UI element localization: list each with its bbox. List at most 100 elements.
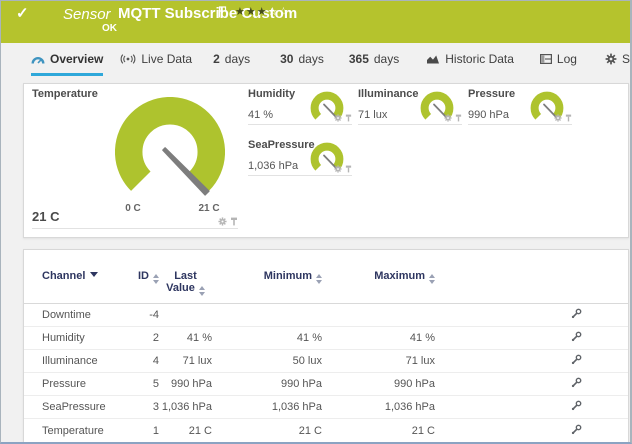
channel-id: 2 xyxy=(134,332,159,344)
temperature-gauge-dial xyxy=(115,97,225,207)
channel-last-value: 21 C xyxy=(159,425,212,437)
tab-settings[interactable]: Settings xyxy=(605,52,632,73)
column-header-id[interactable]: ID xyxy=(134,270,159,284)
table-row-pressure[interactable]: Pressure 5 990 hPa 990 hPa 990 hPa xyxy=(24,373,628,396)
channel-maximum: 21 C xyxy=(322,425,435,437)
channel-settings-wrench-icon[interactable] xyxy=(571,331,582,345)
gauge-settings-gear-icon[interactable] xyxy=(334,165,342,173)
channel-id: 3 xyxy=(134,401,159,413)
chevron-down-icon xyxy=(90,272,98,277)
column-header-channel[interactable]: Channel xyxy=(24,270,134,282)
channel-maximum: 990 hPa xyxy=(322,378,435,390)
gauge-settings-gear-icon[interactable] xyxy=(444,114,452,122)
tab-live-data[interactable]: Live Data xyxy=(120,52,192,73)
channel-id: 5 xyxy=(134,378,159,390)
gauge-pin-icon[interactable] xyxy=(230,217,238,226)
gauge-settings-gear-icon[interactable] xyxy=(554,114,562,122)
sort-icon xyxy=(199,286,205,296)
channel-last-value: 41 % xyxy=(159,332,212,344)
gauge-pin-icon[interactable] xyxy=(345,165,352,173)
tab-30-days[interactable]: 30 days xyxy=(280,52,324,73)
sort-icon xyxy=(429,274,435,284)
gauge-temperature-value: 21 C xyxy=(32,209,59,224)
table-row-downtime[interactable]: Downtime -4 xyxy=(24,304,628,327)
channel-minimum: 1,036 hPa xyxy=(212,401,322,413)
gauge-humidity[interactable]: Humidity 41 % xyxy=(248,88,352,125)
column-header-last-value[interactable]: LastValue xyxy=(159,270,212,296)
gear-icon xyxy=(605,53,617,65)
channels-table-header: Channel ID LastValue Minimum Maximum xyxy=(24,250,628,304)
tab-30-days-label: days xyxy=(298,52,323,66)
table-row-seapressure[interactable]: SeaPressure 3 1,036 hPa 1,036 hPa 1,036 … xyxy=(24,396,628,419)
tab-historic-data-label: Historic Data xyxy=(445,52,514,66)
channel-name[interactable]: SeaPressure xyxy=(24,401,134,413)
channel-settings-wrench-icon[interactable] xyxy=(571,424,582,438)
tab-live-data-label: Live Data xyxy=(141,52,192,66)
tab-settings-label: Settings xyxy=(622,52,632,66)
channel-name[interactable]: Illuminance xyxy=(24,355,134,367)
tab-2-days[interactable]: 2 days xyxy=(213,52,250,73)
tab-log-label: Log xyxy=(557,52,577,66)
tab-overview[interactable]: Overview xyxy=(31,52,103,76)
channel-settings-wrench-icon[interactable] xyxy=(571,354,582,368)
gauge-scale-min-label: 0 C xyxy=(116,203,150,214)
channel-id: 4 xyxy=(134,355,159,367)
tab-365-days-number: 365 xyxy=(349,52,369,66)
tab-log[interactable]: Log xyxy=(540,52,577,73)
tab-365-days[interactable]: 365 days xyxy=(349,52,399,73)
sensor-page: ✓ Sensor MQTT Subscribe Custom ★★★☆☆ OK … xyxy=(0,0,632,444)
tab-2-days-number: 2 xyxy=(213,52,220,66)
tab-overview-label: Overview xyxy=(50,52,103,66)
gauge-seapressure[interactable]: SeaPressure 1,036 hPa xyxy=(248,139,352,176)
channel-id: 1 xyxy=(134,425,159,437)
log-table-icon xyxy=(540,54,552,64)
gauge-settings-gear-icon[interactable] xyxy=(218,217,227,226)
gauge-humidity-value: 41 % xyxy=(248,109,273,121)
gauge-scale-max-label: 21 C xyxy=(192,203,226,214)
tab-bar: Overview Live Data 2 days 30 days 365 da… xyxy=(1,43,630,79)
channel-settings-wrench-icon[interactable] xyxy=(571,377,582,391)
channel-minimum: 41 % xyxy=(212,332,322,344)
channel-name[interactable]: Temperature xyxy=(24,425,134,437)
gauge-pin-icon[interactable] xyxy=(565,114,572,122)
channel-name[interactable]: Downtime xyxy=(24,309,134,321)
channel-minimum: 21 C xyxy=(212,425,322,437)
column-header-maximum[interactable]: Maximum xyxy=(322,270,435,284)
channel-last-value: 71 lux xyxy=(159,355,212,367)
channel-maximum: 71 lux xyxy=(322,355,435,367)
table-row-illuminance[interactable]: Illuminance 4 71 lux 50 lux 71 lux xyxy=(24,350,628,373)
tab-historic-data[interactable]: Historic Data xyxy=(426,52,514,73)
gauge-temperature[interactable]: Temperature 0 C 21 C 21 C xyxy=(32,88,238,229)
gauge-pressure[interactable]: Pressure 990 hPa xyxy=(468,88,572,125)
gauge-illuminance-value: 71 lux xyxy=(358,109,387,121)
priority-stars[interactable]: ★★★☆☆ xyxy=(235,5,289,18)
object-kind-label: Sensor xyxy=(63,6,111,23)
tab-365-days-label: days xyxy=(374,52,399,66)
channel-name[interactable]: Humidity xyxy=(24,332,134,344)
gauge-illuminance[interactable]: Illuminance 71 lux xyxy=(358,88,462,125)
live-signal-icon xyxy=(120,54,136,64)
sensor-status-text: OK xyxy=(102,23,117,34)
channel-name[interactable]: Pressure xyxy=(24,378,134,390)
gauge-pin-icon[interactable] xyxy=(345,114,352,122)
tab-2-days-label: days xyxy=(225,52,250,66)
channel-settings-wrench-icon[interactable] xyxy=(571,400,582,414)
gauges-panel: Temperature 0 C 21 C 21 C Humidity xyxy=(23,83,629,238)
area-chart-icon xyxy=(426,54,440,64)
channel-settings-wrench-icon[interactable] xyxy=(571,308,582,322)
channel-last-value: 990 hPa xyxy=(159,378,212,390)
gauge-settings-gear-icon[interactable] xyxy=(334,114,342,122)
channel-maximum: 1,036 hPa xyxy=(322,401,435,413)
channels-table-panel: Channel ID LastValue Minimum Maximum Dow… xyxy=(23,249,629,444)
table-row-humidity[interactable]: Humidity 2 41 % 41 % 41 % xyxy=(24,327,628,350)
channel-id: -4 xyxy=(134,309,159,321)
star-filled-icon[interactable]: ★★★ xyxy=(235,6,268,18)
channel-last-value: 1,036 hPa xyxy=(159,401,212,413)
star-empty-icon[interactable]: ☆☆ xyxy=(268,6,290,18)
gauge-pin-icon[interactable] xyxy=(455,114,462,122)
column-header-minimum[interactable]: Minimum xyxy=(212,270,322,284)
status-ok-check-icon: ✓ xyxy=(16,4,29,22)
table-row-temperature[interactable]: Temperature 1 21 C 21 C 21 C xyxy=(24,419,628,442)
sensor-status-header: ✓ Sensor MQTT Subscribe Custom ★★★☆☆ OK xyxy=(1,1,630,43)
priority-flag-icon[interactable] xyxy=(218,5,227,23)
